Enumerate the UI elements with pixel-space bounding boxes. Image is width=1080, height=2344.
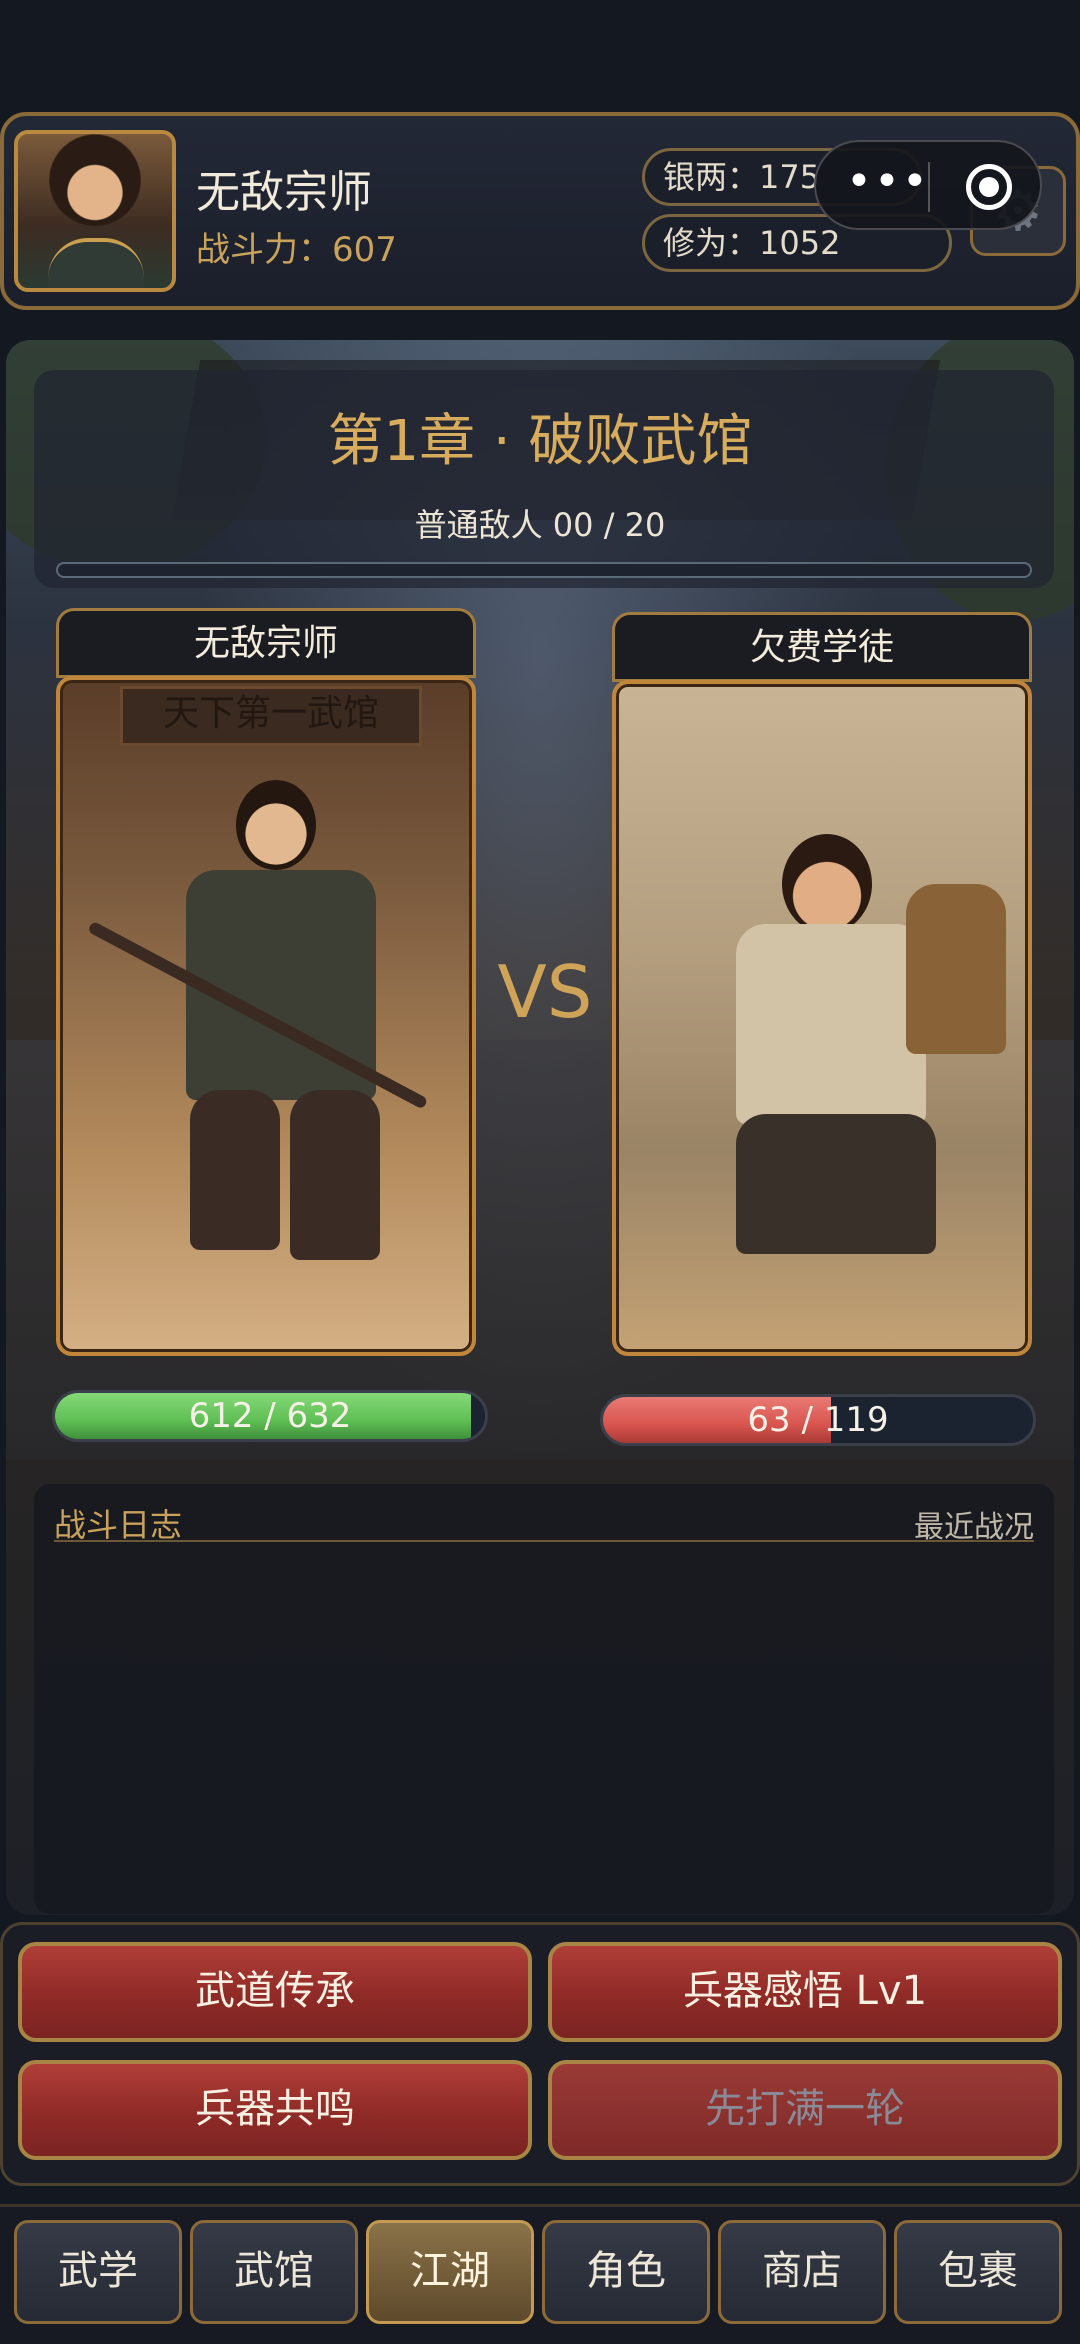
nav-shop[interactable]: 商店 [718, 2220, 886, 2324]
player-fighter-name: 无敌宗师 [56, 608, 476, 678]
enemy-fighter-name: 欠费学徒 [612, 612, 1032, 682]
target-icon[interactable] [966, 164, 1012, 210]
nav-character[interactable]: 角色 [542, 2220, 710, 2324]
combat-power: 战斗力：607 [196, 230, 397, 270]
nav-inventory[interactable]: 包裹 [894, 2220, 1062, 2324]
player-hp-text: 612 / 632 [188, 1396, 352, 1436]
enemy-count: 普通敌人 00 / 20 [414, 506, 666, 544]
versus-label: VS [497, 950, 593, 1034]
player-hp-bar: 612 / 632 [52, 1390, 488, 1442]
martial-inheritance-button[interactable]: 武道传承 [18, 1942, 532, 2042]
player-fighter-card[interactable]: 天下第一武馆 [56, 676, 476, 1356]
weapon-insight-button[interactable]: 兵器感悟 Lv1 [548, 1942, 1062, 2042]
battle-log-panel[interactable] [34, 1484, 1054, 1914]
nav-dojo[interactable]: 武馆 [190, 2220, 358, 2324]
capsule-divider [928, 162, 930, 212]
complete-round-button[interactable]: 先打满一轮 [548, 2060, 1062, 2160]
weapon-resonance-button[interactable]: 兵器共鸣 [18, 2060, 532, 2160]
battle-log-divider [54, 1540, 1034, 1542]
more-dots-icon[interactable]: ••• [846, 156, 930, 207]
chapter-progress-bar [56, 562, 1032, 578]
player-avatar[interactable] [14, 130, 176, 292]
enemy-fighter-card[interactable] [612, 680, 1032, 1356]
nav-martial-arts[interactable]: 武学 [14, 2220, 182, 2324]
nav-jianghu[interactable]: 江湖 [366, 2220, 534, 2324]
dojo-sign: 天下第一武馆 [120, 686, 422, 746]
player-name: 无敌宗师 [196, 167, 372, 218]
enemy-hp-bar: 63 / 119 [600, 1394, 1036, 1446]
enemy-hp-text: 63 / 119 [747, 1400, 889, 1440]
chapter-title: 第1章 · 破败武馆 [327, 409, 753, 474]
mini-program-capsule[interactable]: ••• [814, 140, 1042, 230]
